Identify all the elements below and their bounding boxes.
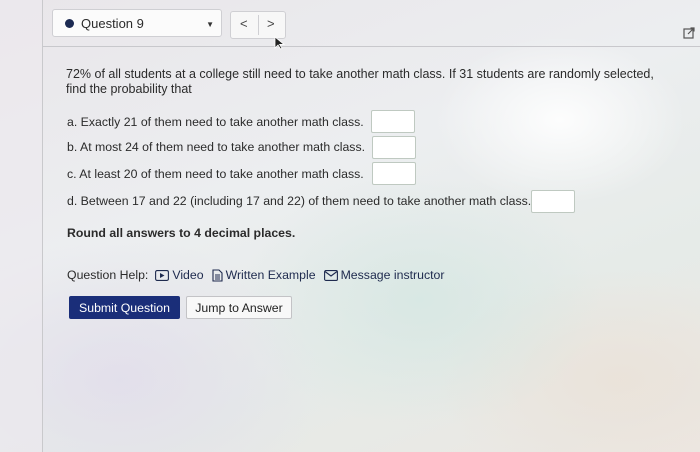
- part-d-label: d. Between 17 and 22 (including 17 and 2…: [67, 194, 532, 208]
- message-instructor-link-label: Message instructor: [340, 268, 445, 282]
- rounding-note: Round all answers to 4 decimal places.: [67, 226, 296, 240]
- chevron-right-icon[interactable]: >: [267, 16, 275, 31]
- question-prompt: 72% of all students at a college still n…: [66, 67, 654, 96]
- mouse-cursor-icon: [274, 36, 286, 50]
- video-link[interactable]: Video: [155, 268, 204, 282]
- part-b-label: b. At most 24 of them need to take anoth…: [67, 140, 366, 154]
- mail-icon: [323, 269, 338, 281]
- part-a-answer-input[interactable]: [371, 110, 415, 133]
- document-icon: [212, 268, 223, 282]
- submit-question-button[interactable]: Submit Question: [69, 296, 180, 319]
- question-help: Question Help: Video Written Example Mes…: [67, 268, 452, 282]
- chevron-left-icon[interactable]: <: [240, 16, 248, 31]
- left-border: [0, 0, 43, 452]
- video-link-label: Video: [172, 268, 204, 282]
- written-example-link[interactable]: Written Example: [212, 268, 316, 282]
- status-dot-icon: [65, 19, 74, 28]
- part-c-label: c. At least 20 of them need to take anot…: [67, 167, 364, 181]
- nav-divider: [258, 15, 259, 35]
- part-d-answer-input[interactable]: [531, 190, 575, 213]
- part-c-answer-input[interactable]: [372, 162, 416, 185]
- question-help-label: Question Help:: [67, 268, 149, 282]
- part-b-answer-input[interactable]: [372, 136, 416, 159]
- jump-to-answer-button[interactable]: Jump to Answer: [186, 296, 292, 319]
- question-selector-label: Question 9: [81, 16, 144, 31]
- written-example-link-label: Written Example: [225, 268, 316, 282]
- external-link-icon[interactable]: [683, 27, 695, 39]
- part-a-label: a. Exactly 21 of them need to take anoth…: [67, 115, 364, 129]
- question-selector[interactable]: Question 9 ▼: [52, 9, 222, 37]
- question-nav: < >: [230, 11, 286, 39]
- video-icon: [155, 269, 170, 281]
- message-instructor-link[interactable]: Message instructor: [323, 268, 445, 282]
- caret-down-icon: ▼: [206, 20, 214, 29]
